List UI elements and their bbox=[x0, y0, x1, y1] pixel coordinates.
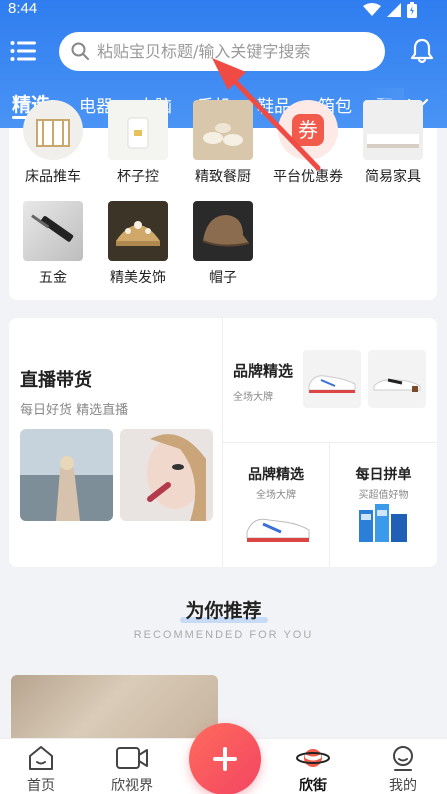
nav-video[interactable]: 欣视界 bbox=[92, 739, 172, 794]
sneaker-image bbox=[246, 518, 310, 542]
brand-picks-title: 品牌精选 bbox=[233, 362, 294, 380]
search-bar[interactable] bbox=[59, 32, 385, 71]
category-label: 平台优惠券 bbox=[273, 169, 343, 185]
live-shopping-title: 直播带货 bbox=[20, 370, 92, 391]
category-label: 五金 bbox=[39, 270, 67, 286]
divider bbox=[329, 443, 330, 567]
group-buy-title: 每日拼单 bbox=[355, 467, 412, 483]
loafer-image bbox=[368, 350, 426, 408]
category-grid: 床品推车 杯子控 精致餐厨 券 平台优惠券 简易家具 五金 精美发饰 帽子 bbox=[9, 100, 437, 300]
nav-label: 欣街 bbox=[299, 778, 327, 794]
status-bar: 8:44 bbox=[0, 0, 447, 20]
tableware-image bbox=[193, 100, 253, 160]
signal-icon bbox=[387, 3, 401, 17]
category-item[interactable]: 杯子控 bbox=[94, 100, 182, 186]
category-item[interactable]: 精美发饰 bbox=[94, 201, 182, 287]
category-label: 床品推车 bbox=[25, 169, 81, 185]
coupon-image: 券 bbox=[278, 100, 338, 160]
recommend-subtitle: RECOMMENDED FOR YOU bbox=[133, 629, 314, 641]
brand-picks-subtitle: 全场大牌 bbox=[233, 392, 273, 403]
live-shopping-subtitle: 每日好货 精选直播 bbox=[20, 403, 129, 418]
category-item[interactable]: 券 平台优惠券 bbox=[264, 100, 352, 186]
category-label: 帽子 bbox=[209, 270, 237, 286]
brand-picks-subtitle: 全场大牌 bbox=[256, 490, 296, 501]
category-item[interactable]: 帽子 bbox=[179, 201, 267, 287]
add-button[interactable] bbox=[189, 723, 261, 794]
status-icons bbox=[363, 2, 417, 18]
category-label: 精美发饰 bbox=[110, 270, 166, 286]
category-item[interactable]: 床品推车 bbox=[9, 100, 97, 186]
hat-image bbox=[193, 201, 253, 261]
notification-bell-icon[interactable] bbox=[408, 37, 436, 65]
category-item[interactable]: 五金 bbox=[9, 201, 97, 287]
category-item[interactable]: 精致餐厨 bbox=[179, 100, 267, 186]
category-label: 精致餐厨 bbox=[195, 169, 251, 185]
search-input[interactable] bbox=[97, 38, 377, 65]
category-item[interactable]: 简易家具 bbox=[349, 100, 437, 186]
furniture-image bbox=[363, 100, 423, 160]
bedding-stroller-image bbox=[23, 100, 83, 160]
live-thumbnail[interactable] bbox=[20, 429, 113, 521]
hardware-image bbox=[23, 201, 83, 261]
video-icon bbox=[116, 747, 148, 769]
brand-picks-title: 品牌精选 bbox=[248, 467, 304, 483]
promo-section: 直播带货 每日好货 精选直播 品牌精选 全场大牌 品牌精选 全场大牌 每日拼单 … bbox=[9, 318, 437, 567]
profile-icon bbox=[393, 746, 413, 771]
search-icon bbox=[71, 42, 89, 60]
recommended-product-card[interactable] bbox=[11, 675, 218, 745]
status-time: 8:44 bbox=[8, 0, 38, 17]
plus-icon bbox=[213, 747, 237, 771]
sneaker-image bbox=[303, 350, 361, 408]
group-buy-subtitle: 买超值好物 bbox=[358, 490, 409, 501]
coupon-badge: 券 bbox=[292, 114, 324, 146]
cosmetics-image bbox=[359, 504, 407, 542]
hair-accessory-image bbox=[108, 201, 168, 261]
planet-icon bbox=[296, 749, 330, 767]
home-icon bbox=[29, 746, 53, 770]
live-thumbnail[interactable] bbox=[120, 429, 213, 521]
nav-label: 我的 bbox=[389, 778, 417, 794]
nav-profile[interactable]: 我的 bbox=[363, 739, 443, 794]
wifi-icon bbox=[363, 3, 381, 16]
nav-label: 首页 bbox=[27, 778, 55, 794]
recommend-title: 为你推荐 bbox=[185, 600, 262, 622]
divider bbox=[223, 442, 437, 443]
menu-icon[interactable] bbox=[10, 40, 36, 62]
nav-home[interactable]: 首页 bbox=[1, 739, 81, 794]
nav-label: 欣视界 bbox=[111, 778, 153, 794]
cup-image bbox=[108, 100, 168, 160]
category-label: 杯子控 bbox=[117, 169, 159, 185]
nav-street[interactable]: 欣街 bbox=[273, 739, 353, 794]
battery-icon bbox=[407, 2, 417, 18]
category-label: 简易家具 bbox=[365, 169, 421, 185]
